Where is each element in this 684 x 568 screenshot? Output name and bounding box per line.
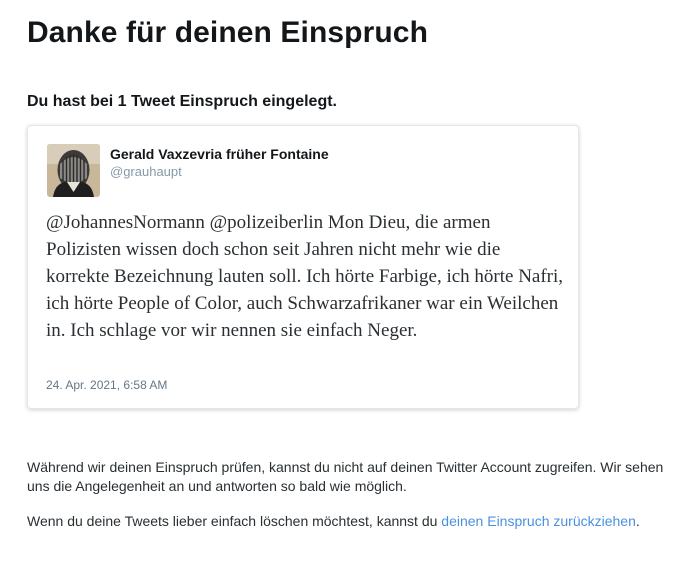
- review-info-text: Während wir deinen Einspruch prüfen, kan…: [27, 459, 664, 494]
- masked-face-avatar-icon: [47, 144, 100, 197]
- tweet-text: @JohannesNormann @polizeiberlin Mon Dieu…: [46, 212, 564, 341]
- delete-note-suffix: .: [635, 513, 640, 529]
- tweet-timestamp: 24. Apr. 2021, 6:58 AM: [46, 378, 168, 392]
- page-title: Danke für deinen Einspruch: [27, 16, 429, 49]
- appeal-confirmation-page: Danke für deinen Einspruch Du hast bei 1…: [0, 0, 684, 568]
- tweet-card: Gerald Vaxzevria früher Fontaine @grauha…: [27, 125, 579, 409]
- delete-tweets-note: Wenn du deine Tweets lieber einfach lösc…: [27, 512, 667, 531]
- tweet-author-name: Gerald Vaxzevria früher Fontaine: [110, 146, 329, 162]
- appeal-count-heading: Du hast bei 1 Tweet Einspruch eingelegt.: [27, 93, 337, 110]
- delete-note-text: Wenn du deine Tweets lieber einfach lösc…: [27, 513, 442, 529]
- withdraw-appeal-link[interactable]: deinen Einspruch zurückziehen: [441, 513, 636, 529]
- tweet-author-handle: @grauhaupt: [110, 164, 182, 179]
